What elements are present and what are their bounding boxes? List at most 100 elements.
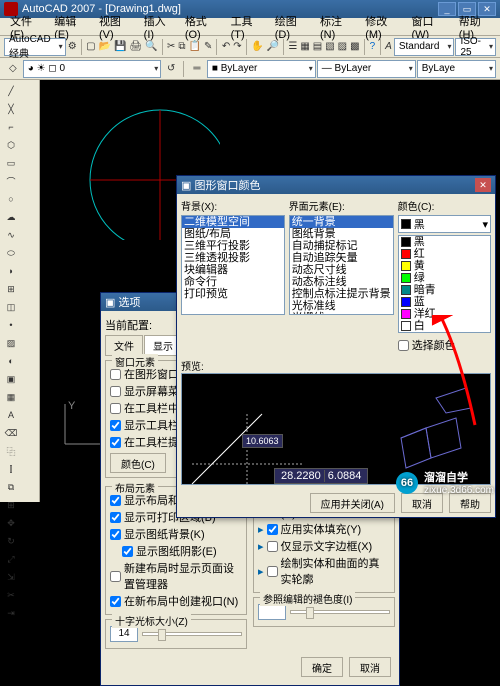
context-listbox[interactable]: 二维模型空间 图纸/布局 三维平行投影 三维透视投影 块编辑器 命令行 打印预览 xyxy=(181,215,285,315)
color-combo[interactable]: ■ ByLayer xyxy=(207,60,316,78)
color-item-black[interactable]: 黑 xyxy=(399,236,490,248)
element-item[interactable]: 动态尺寸线 xyxy=(290,264,393,276)
spline-icon[interactable]: ∿ xyxy=(3,227,19,243)
dimstyle-combo[interactable]: ISO-25 xyxy=(455,38,496,56)
crosshair-slider[interactable] xyxy=(142,632,242,636)
arc-icon[interactable]: ⌒ xyxy=(3,173,19,189)
cancel-button[interactable]: 取消 xyxy=(349,657,391,677)
apply-close-button[interactable]: 应用并关闭(A) xyxy=(310,493,395,513)
properties-icon[interactable]: ☰ xyxy=(287,38,298,56)
pan-icon[interactable]: ✋ xyxy=(250,38,264,56)
textstyle-combo[interactable]: Standard xyxy=(394,38,455,56)
lweight-combo[interactable]: ByLaye xyxy=(417,60,496,78)
open-icon[interactable]: 📂 xyxy=(98,38,112,56)
designcenter-icon[interactable]: ▦ xyxy=(299,38,310,56)
element-listbox[interactable]: 统一背景 图纸背景 自动捕捉标记 自动追踪矢量 动态尺寸线 动态标注线 控制点标… xyxy=(289,215,394,315)
color-dialog-title-bar[interactable]: ▣ 图形窗口颜色 ✕ xyxy=(177,176,495,194)
print-icon[interactable]: 🖨 xyxy=(128,38,143,56)
offset-icon[interactable]: ⧉ xyxy=(3,479,19,495)
color-item-magenta[interactable]: 洋红 xyxy=(399,308,490,320)
ellipse-icon[interactable]: ⬭ xyxy=(3,245,19,261)
point-icon[interactable]: • xyxy=(3,317,19,333)
layer-combo[interactable]: ◕ ☀ ◻ 0 xyxy=(23,60,162,78)
context-item[interactable]: 命令行 xyxy=(182,276,284,288)
element-item[interactable]: 自动捕捉标记 xyxy=(290,240,393,252)
pline-icon[interactable]: ⌐ xyxy=(3,119,19,135)
line-icon[interactable]: ╱ xyxy=(3,83,19,99)
chk-solidfill[interactable]: ▸应用实体填充(Y) xyxy=(258,521,390,537)
gradient-icon[interactable]: ◐ xyxy=(3,353,19,369)
copy2-icon[interactable]: ⿻ xyxy=(3,443,19,459)
cut-icon[interactable]: ✂ xyxy=(166,38,176,56)
element-item[interactable]: 控制点标注提示背景 xyxy=(290,288,393,300)
circle-icon[interactable]: ○ xyxy=(3,191,19,207)
context-item[interactable]: 图纸/布局 xyxy=(182,228,284,240)
linetype-icon[interactable]: ═ xyxy=(188,60,206,78)
block-icon[interactable]: ◫ xyxy=(3,299,19,315)
workspace-combo[interactable]: AutoCAD 经典 xyxy=(4,38,66,56)
sheet-icon[interactable]: ▧ xyxy=(324,38,335,56)
element-item[interactable]: 统一背景 xyxy=(290,216,393,228)
preview-icon[interactable]: 🔍 xyxy=(144,38,158,56)
context-item[interactable]: 打印预览 xyxy=(182,288,284,300)
array-icon[interactable]: ⊞ xyxy=(3,497,19,513)
ok-button[interactable]: 确定 xyxy=(301,657,343,677)
trim-icon[interactable]: ✂ xyxy=(3,587,19,603)
element-item[interactable]: 图纸背景 xyxy=(290,228,393,240)
color-dialog-close-icon[interactable]: ✕ xyxy=(475,178,491,192)
table-icon[interactable]: ▦ xyxy=(3,389,19,405)
layerprev-icon[interactable]: ↺ xyxy=(162,60,180,78)
color-list[interactable]: 黑 红 黄 绿 暗青 蓝 洋红 白 xyxy=(398,235,491,333)
zoom-icon[interactable]: 🔎 xyxy=(265,38,279,56)
rotate-icon[interactable]: ↻ xyxy=(3,533,19,549)
chk-textframe[interactable]: ▸仅显示文字边框(X) xyxy=(258,538,390,554)
tab-files[interactable]: 文件 xyxy=(105,335,143,355)
color-item-blue[interactable]: 蓝 xyxy=(399,296,490,308)
context-item[interactable]: 块编辑器 xyxy=(182,264,284,276)
new-icon[interactable]: ▢ xyxy=(85,38,96,56)
textstyle-icon[interactable]: A xyxy=(384,38,393,56)
chk-paper-shadow[interactable]: 显示图纸阴影(E) xyxy=(122,543,242,559)
erase-icon[interactable]: ⌫ xyxy=(3,425,19,441)
color-item-red[interactable]: 红 xyxy=(399,248,490,260)
stretch-icon[interactable]: ⇲ xyxy=(3,569,19,585)
scale-icon[interactable]: ⤢ xyxy=(3,551,19,567)
ellipsearc-icon[interactable]: ◗ xyxy=(3,263,19,279)
xline-icon[interactable]: ╳ xyxy=(3,101,19,117)
element-item[interactable]: 光栅线 xyxy=(290,312,393,315)
polygon-icon[interactable]: ⬡ xyxy=(3,137,19,153)
hatch-icon[interactable]: ▨ xyxy=(3,335,19,351)
fade-value[interactable] xyxy=(258,604,286,620)
gear-icon[interactable]: ⚙ xyxy=(67,38,78,56)
color-item-white[interactable]: 白 xyxy=(399,320,490,332)
help-icon[interactable]: ? xyxy=(368,38,377,56)
colors-button[interactable]: 颜色(C) xyxy=(110,453,166,473)
fade-slider[interactable] xyxy=(290,610,390,614)
save-icon[interactable]: 💾 xyxy=(113,38,127,56)
color-cancel-button[interactable]: 取消 xyxy=(401,493,443,513)
crosshair-value[interactable]: 14 xyxy=(110,626,138,642)
undo-icon[interactable]: ↶ xyxy=(221,38,231,56)
paste-icon[interactable]: 📋 xyxy=(188,38,202,56)
markup-icon[interactable]: ▨ xyxy=(337,38,348,56)
ltype-combo[interactable]: — ByLayer xyxy=(317,60,416,78)
insert-icon[interactable]: ⊞ xyxy=(3,281,19,297)
revcloud-icon[interactable]: ☁ xyxy=(3,209,19,225)
toolpalette-icon[interactable]: ▤ xyxy=(312,38,323,56)
region-icon[interactable]: ▣ xyxy=(3,371,19,387)
context-item[interactable]: 三维透视投影 xyxy=(182,252,284,264)
chk-create-vp[interactable]: 在新布局中创建视口(N) xyxy=(110,593,242,609)
context-item[interactable]: 二维模型空间 xyxy=(182,216,284,228)
element-item[interactable]: 动态标注线 xyxy=(290,276,393,288)
move-icon[interactable]: ✥ xyxy=(3,515,19,531)
match-icon[interactable]: ✎ xyxy=(203,38,213,56)
copy-icon[interactable]: ⧉ xyxy=(177,38,186,56)
rect-icon[interactable]: ▭ xyxy=(3,155,19,171)
chk-silhouette[interactable]: ▸绘制实体和曲面的真实轮廓 xyxy=(258,555,390,587)
calc-icon[interactable]: ▩ xyxy=(349,38,360,56)
color-item-darkcyan[interactable]: 暗青 xyxy=(399,284,490,296)
element-item[interactable]: 自动追踪矢量 xyxy=(290,252,393,264)
text-icon[interactable]: A xyxy=(3,407,19,423)
element-item[interactable]: 光标准线 xyxy=(290,300,393,312)
chk-page-setup[interactable]: 新建布局时显示页面设置管理器 xyxy=(110,560,242,592)
